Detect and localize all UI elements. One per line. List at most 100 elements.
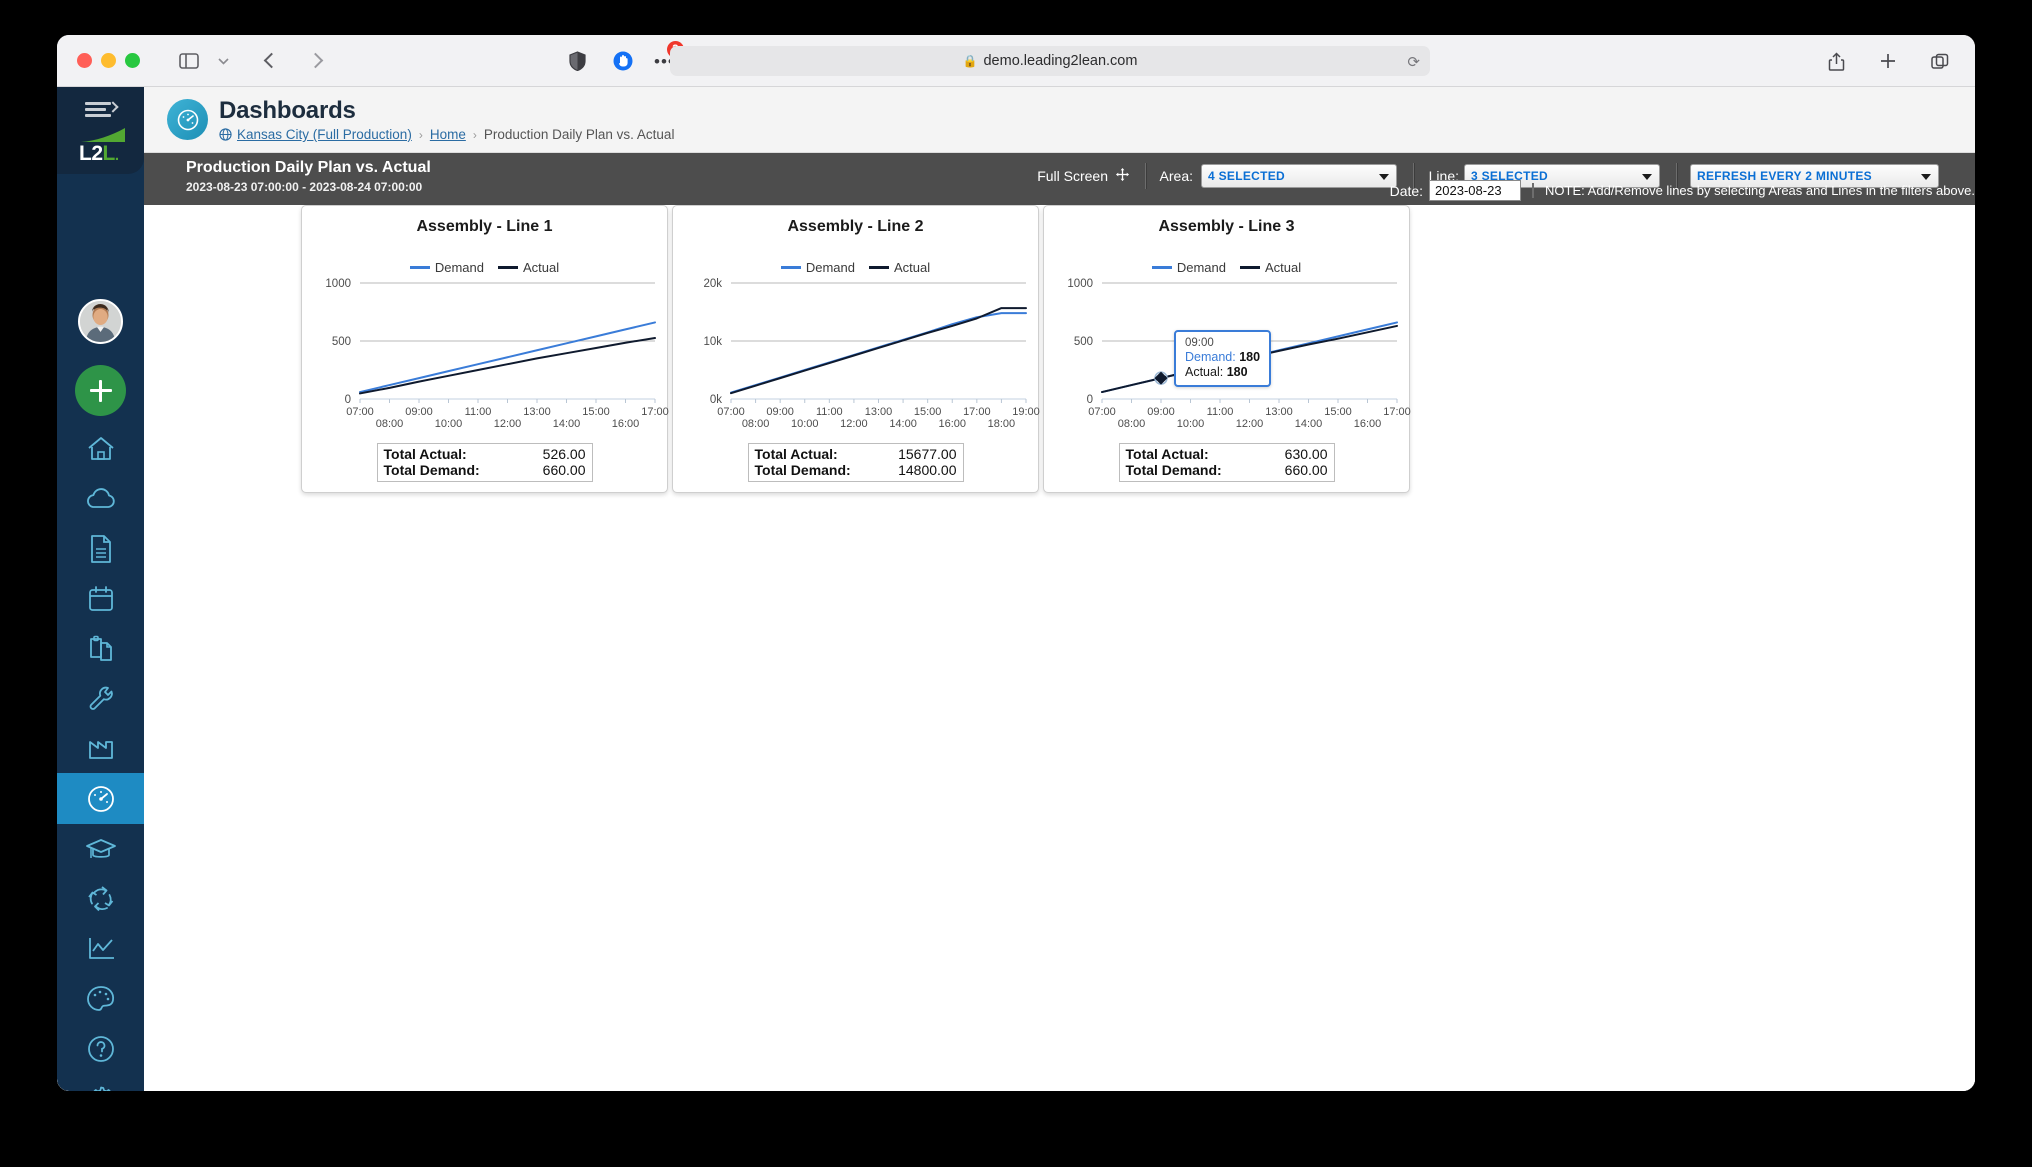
graduation-cap-icon: [85, 838, 116, 858]
breadcrumb-home-link[interactable]: Home: [430, 127, 466, 142]
total-actual-value: 526.00: [542, 445, 586, 462]
area-filter-label: Area:: [1159, 168, 1193, 184]
line-plot[interactable]: 0 500 1000 07:0008:0009:0010:0011:0012:0013…: [302, 275, 669, 443]
page-title: Dashboards: [219, 97, 356, 124]
dashboard-name: Production Daily Plan vs. Actual: [186, 159, 431, 176]
back-arrow-icon[interactable]: [256, 48, 286, 74]
document-icon: [90, 534, 111, 563]
menu-expand-icon[interactable]: [85, 101, 119, 118]
totals-box: Total Actual: 630.00 Total Demand: 660.0…: [1118, 442, 1335, 482]
line-plot[interactable]: 0k 10k 20k 07:0008:0009:0010:0011:0012:0013…: [673, 275, 1040, 443]
svg-text:15:00: 15:00: [914, 406, 942, 418]
svg-text:18:00: 18:00: [988, 418, 1016, 430]
fullscreen-button[interactable]: Full Screen: [1037, 167, 1130, 185]
sidebar-item-reports[interactable]: [57, 923, 144, 974]
avatar[interactable]: [78, 299, 123, 344]
svg-text:0k: 0k: [710, 394, 722, 406]
legend-label-actual: Actual: [523, 260, 560, 275]
dashboard-toolbar: Production Daily Plan vs. Actual 2023-08…: [144, 153, 1975, 205]
clipboard-icon: [89, 635, 112, 661]
svg-text:10:00: 10:00: [1177, 418, 1205, 430]
tooltip-actual-row: Actual: 180: [1185, 365, 1260, 379]
chart-legend: Demand Actual: [302, 260, 667, 275]
tooltip-demand-value: 180: [1239, 350, 1261, 364]
svg-text:15:00: 15:00: [1324, 406, 1352, 418]
sidebar-toggle-icon[interactable]: [174, 48, 204, 74]
total-demand-value: 14800.00: [898, 462, 957, 479]
total-actual-label: Total Actual:: [754, 445, 838, 462]
shield-icon[interactable]: [562, 48, 592, 74]
sidebar-item-home[interactable]: [57, 423, 144, 474]
sidebar-item-cloud[interactable]: [57, 473, 144, 524]
area-select-value: 4 SELECTED: [1208, 169, 1286, 183]
sidebar-item-factory[interactable]: [57, 723, 144, 774]
url-bar[interactable]: 🔒 demo.leading2lean.com ⟳: [670, 46, 1430, 76]
globe-icon: [219, 128, 232, 141]
palette-icon: [86, 985, 114, 1011]
legend-label-actual: Actual: [894, 260, 931, 275]
total-actual-label: Total Actual:: [383, 445, 467, 462]
svg-text:09:00: 09:00: [405, 406, 433, 418]
share-icon[interactable]: [1821, 48, 1851, 74]
chart-title: Assembly - Line 1: [416, 218, 553, 235]
calendar-icon: [88, 585, 113, 611]
sidebar-item-dashboard[interactable]: [57, 773, 144, 824]
sidebar-item-clipboard[interactable]: [57, 623, 144, 674]
legend-item-actual: Actual: [869, 260, 930, 275]
window-controls[interactable]: [57, 53, 140, 68]
tooltip-demand-label: Demand:: [1185, 350, 1236, 364]
svg-text:07:00: 07:00: [346, 406, 374, 418]
hand-extension-icon[interactable]: [608, 48, 638, 74]
dashboard-gauge-icon: [87, 785, 114, 812]
totals-box: Total Actual: 15677.00 Total Demand: 148…: [747, 442, 964, 482]
tab-overview-icon[interactable]: [1925, 48, 1955, 74]
breadcrumb-current: Production Daily Plan vs. Actual: [483, 127, 675, 142]
legend-swatch-demand: [409, 266, 430, 269]
sidebar-item-settings[interactable]: [57, 1073, 144, 1091]
breadcrumb: Kansas City (Full Production) › Home › P…: [219, 127, 674, 142]
minimize-window-button[interactable]: [101, 53, 116, 68]
forward-arrow-icon[interactable]: [300, 48, 330, 74]
close-window-button[interactable]: [77, 53, 92, 68]
reload-icon[interactable]: ⟳: [1407, 53, 1420, 71]
sidebar-item-training[interactable]: [57, 823, 144, 874]
total-actual-value: 630.00: [1284, 445, 1328, 462]
maximize-window-button[interactable]: [125, 53, 140, 68]
svg-text:14:00: 14:00: [553, 418, 581, 430]
svg-text:17:00: 17:00: [1383, 406, 1411, 418]
sidebar-item-theme[interactable]: [57, 973, 144, 1024]
date-input[interactable]: [1429, 180, 1522, 201]
svg-text:17:00: 17:00: [641, 406, 669, 418]
svg-text:11:00: 11:00: [816, 406, 843, 418]
sidebar-item-cycle[interactable]: [57, 873, 144, 924]
sidebar-item-wrench[interactable]: [57, 673, 144, 724]
total-demand-value: 660.00: [1284, 462, 1328, 479]
svg-text:13:00: 13:00: [523, 406, 551, 418]
add-button[interactable]: [75, 365, 126, 416]
svg-text:12:00: 12:00: [840, 418, 868, 430]
dashboard-date-range: 2023-08-23 07:00:00 - 2023-08-24 07:00:0…: [186, 180, 423, 194]
application-viewport: L2L. Dashboards Kansas City (Full Produc…: [57, 87, 1975, 1091]
line-chart-icon: [88, 937, 114, 959]
legend-label-actual: Actual: [1265, 260, 1302, 275]
svg-text:0: 0: [345, 394, 351, 406]
svg-text:11:00: 11:00: [1207, 406, 1234, 418]
new-tab-plus-icon[interactable]: [1873, 48, 1903, 74]
sidebar-item-calendar[interactable]: [57, 573, 144, 624]
chart-card: Assembly - Line 2 Demand Actual 0k 10k 20k…: [672, 205, 1040, 493]
url-text: demo.leading2lean.com: [983, 53, 1138, 69]
svg-text:10k: 10k: [703, 336, 722, 348]
browser-window: ••• 2 🔒 demo.leading2lean.com ⟳: [57, 35, 1975, 1091]
sidebar-dropdown-icon[interactable]: [208, 48, 238, 74]
svg-text:1000: 1000: [325, 278, 351, 290]
svg-text:07:00: 07:00: [717, 406, 745, 418]
svg-text:10:00: 10:00: [435, 418, 463, 430]
sidebar-item-help[interactable]: [57, 1023, 144, 1074]
svg-text:500: 500: [332, 336, 351, 348]
total-actual-label: Total Actual:: [1125, 445, 1209, 462]
sidebar-item-document[interactable]: [57, 523, 144, 574]
l2l-logo: L2L.: [79, 127, 127, 164]
svg-text:08:00: 08:00: [742, 418, 770, 430]
breadcrumb-site-link[interactable]: Kansas City (Full Production): [237, 127, 412, 142]
area-select[interactable]: 4 SELECTED: [1201, 164, 1397, 188]
